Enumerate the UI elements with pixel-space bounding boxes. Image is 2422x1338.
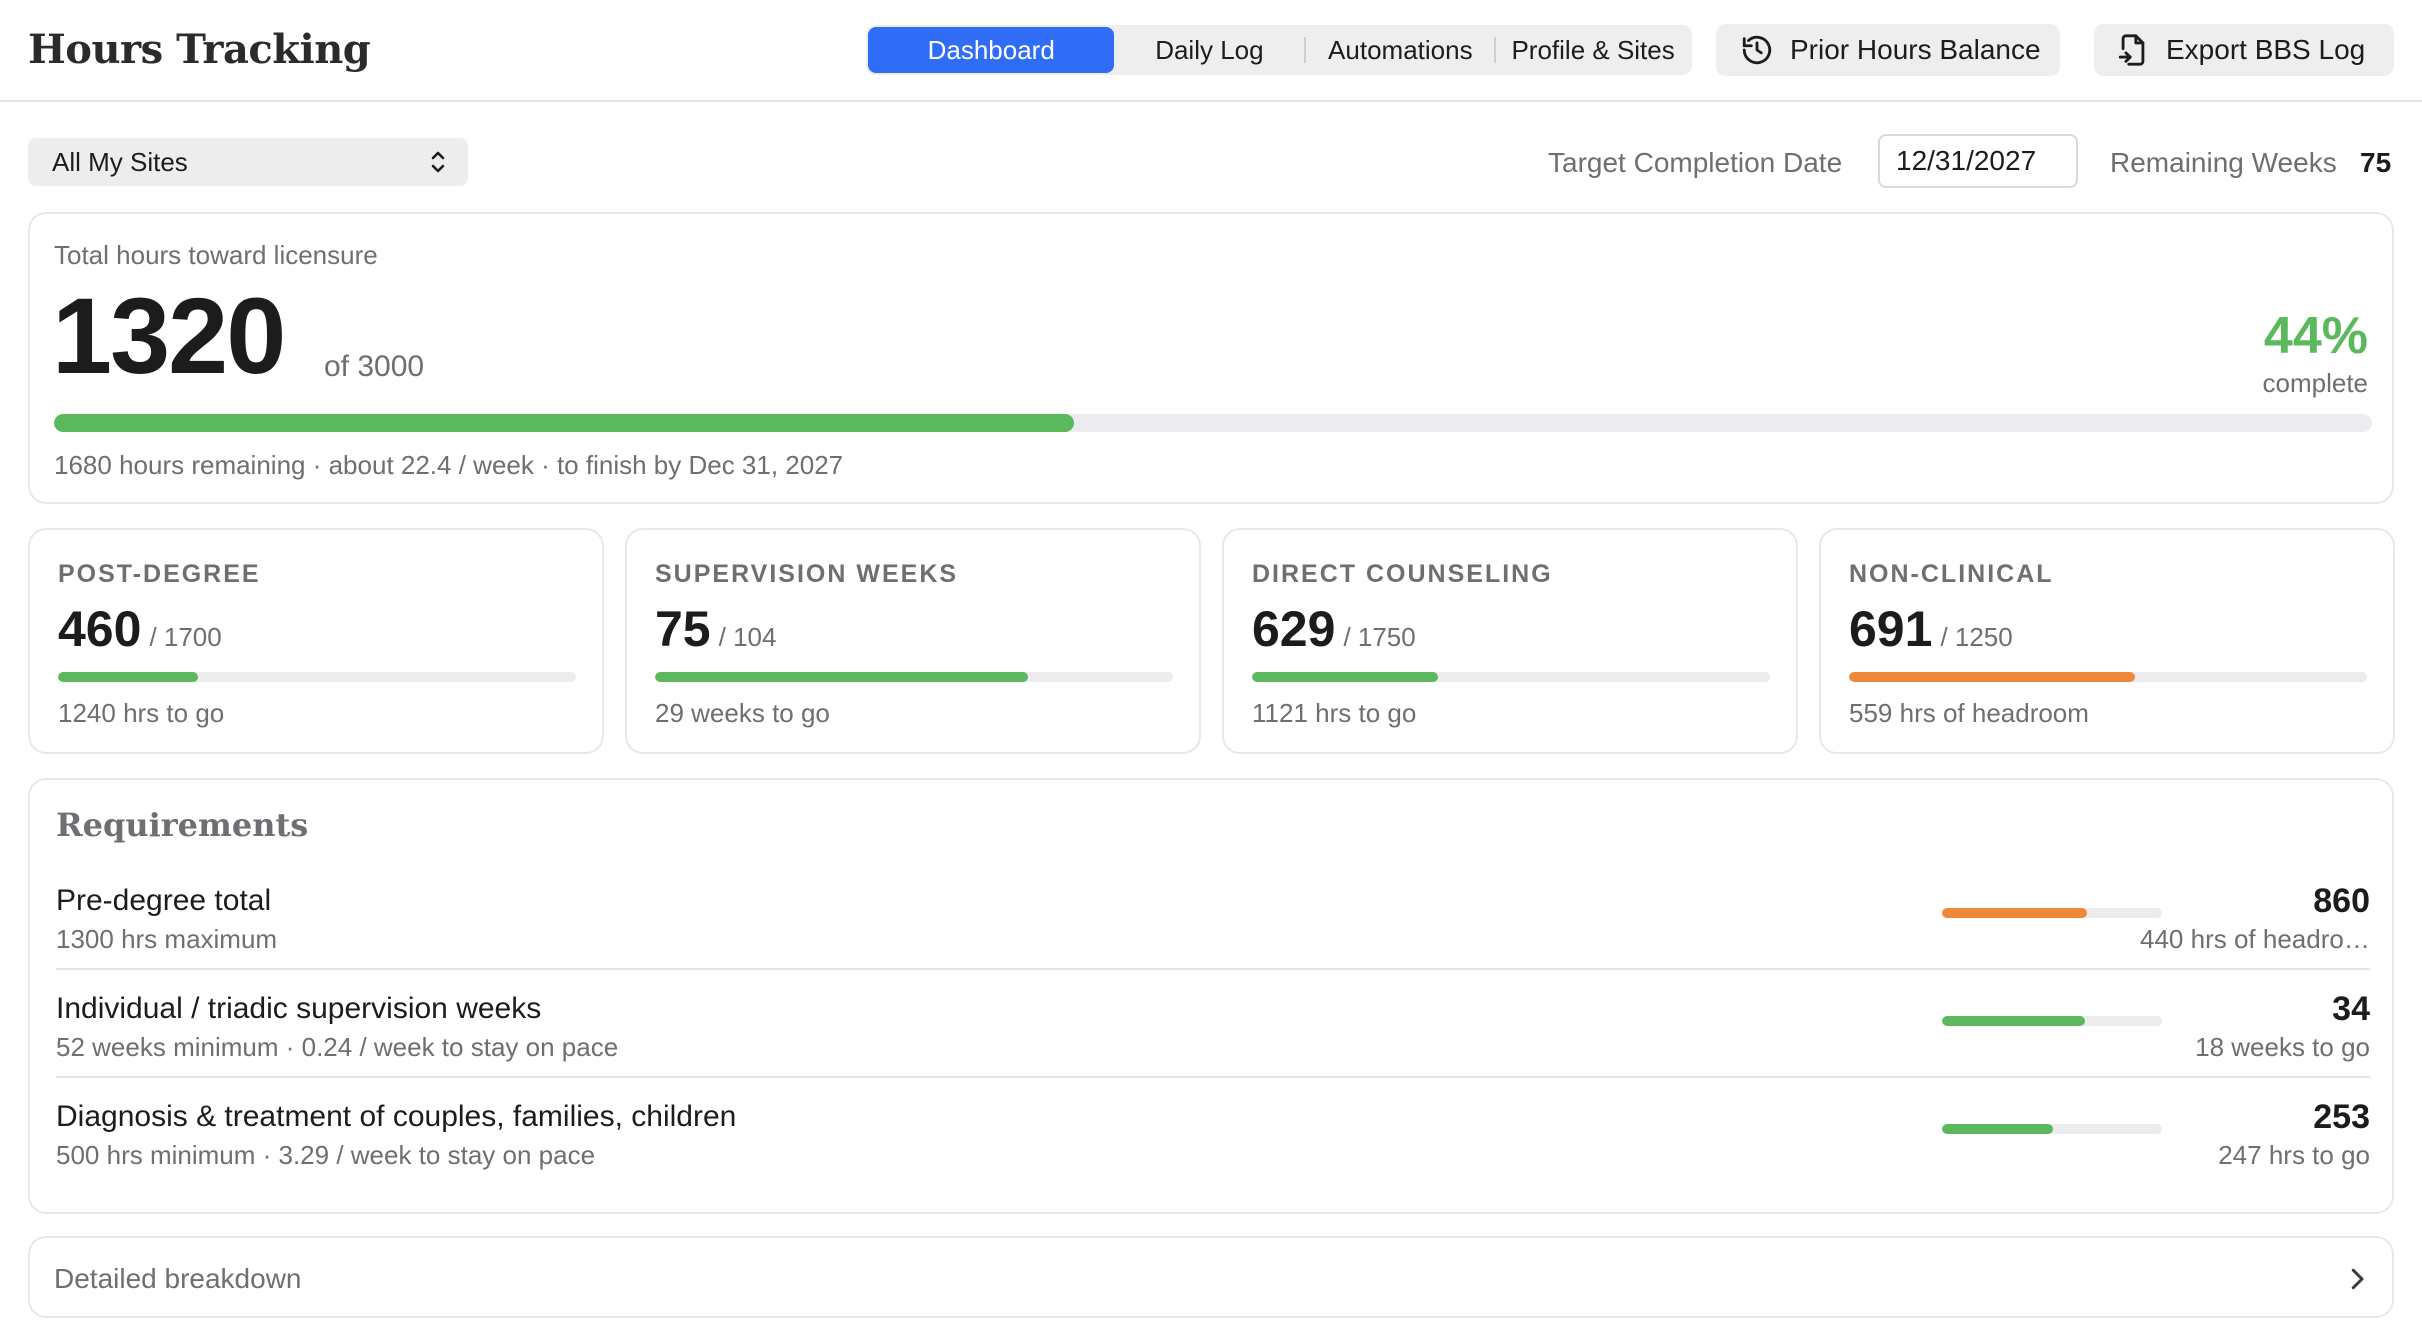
requirements-title: Requirements xyxy=(56,806,309,844)
file-export-icon xyxy=(2118,34,2145,66)
requirement-value: 253 xyxy=(2313,1098,2370,1136)
total-percent: 44% xyxy=(2263,307,2368,365)
tab-automations[interactable]: Automations xyxy=(1306,27,1494,73)
requirement-sub: 1300 hrs maximum xyxy=(56,924,278,954)
site-select-value: All My Sites xyxy=(52,146,188,177)
stat-note: 29 weeks to go xyxy=(655,698,830,728)
remaining-weeks-label: Remaining Weeks xyxy=(2110,147,2337,178)
detailed-breakdown-row[interactable]: Detailed breakdown xyxy=(28,1236,2394,1318)
stat-value-of: / 104 xyxy=(718,622,777,652)
requirement-sub: 52 weeks minimum · 0.24 / week to stay o… xyxy=(56,1032,619,1062)
remaining-weeks-value: 75 xyxy=(2360,147,2392,178)
target-completion-date-input[interactable]: 12/31/2027 xyxy=(1878,134,2078,188)
requirement-progress-fill xyxy=(1942,1124,2054,1134)
stat-value: 75/ 104 xyxy=(655,604,776,654)
detailed-breakdown-label: Detailed breakdown xyxy=(54,1263,302,1294)
requirement-value: 34 xyxy=(2332,990,2370,1028)
stat-value-number: 460 xyxy=(58,601,142,657)
stat-note: 1240 hrs to go xyxy=(58,698,225,728)
stat-value-number: 629 xyxy=(1252,601,1336,657)
stat-progress-bar xyxy=(1252,672,1770,682)
stat-progress-fill xyxy=(655,672,1028,682)
total-hours-value: 1320 xyxy=(52,275,286,396)
requirement-name: Diagnosis & treatment of couples, famili… xyxy=(56,1100,737,1133)
stat-label: SUPERVISION WEEKS xyxy=(655,560,959,588)
stat-progress-bar xyxy=(1849,672,2367,682)
stat-progress-fill xyxy=(1849,672,2136,682)
requirement-value: 860 xyxy=(2313,882,2370,920)
stat-note: 1121 hrs to go xyxy=(1252,698,1417,728)
requirement-progress-bar xyxy=(1942,1016,2162,1026)
requirement-name: Individual / triadic supervision weeks xyxy=(56,992,542,1025)
total-hours-of: of 3000 xyxy=(324,350,425,383)
stat-card-post-degree: POST-DEGREE 460/ 1700 1240 hrs to go xyxy=(28,528,604,754)
total-progress-fill xyxy=(54,414,1074,432)
stat-progress-bar xyxy=(655,672,1173,682)
requirement-note: 247 hrs to go xyxy=(2218,1140,2370,1170)
stat-value: 629/ 1750 xyxy=(1252,604,1416,654)
total-progress-bar xyxy=(54,414,2372,432)
prior-hours-balance-label: Prior Hours Balance xyxy=(1790,34,2041,65)
requirement-progress-bar xyxy=(1942,908,2162,918)
stat-card-non-clinical: NON-CLINICAL 691/ 1250 559 hrs of headro… xyxy=(1819,528,2395,754)
requirement-progress-bar xyxy=(1942,1124,2162,1134)
total-percent-label: complete xyxy=(2262,368,2369,398)
requirement-sub: 500 hrs minimum · 3.29 / week to stay on… xyxy=(56,1140,596,1170)
stat-value-of: / 1700 xyxy=(149,622,222,652)
nav-tabs: Dashboard Daily Log Automations Profile … xyxy=(866,25,1692,75)
stat-progress-fill xyxy=(58,672,198,682)
stat-card-supervision-weeks: SUPERVISION WEEKS 75/ 104 29 weeks to go xyxy=(625,528,1201,754)
requirement-progress-fill xyxy=(1942,1016,2085,1026)
tab-profile-sites[interactable]: Profile & Sites xyxy=(1496,27,1690,73)
stat-value-of: / 1750 xyxy=(1343,622,1416,652)
requirement-note: 440 hrs of headroom xyxy=(2140,924,2370,954)
requirements-card: Requirements Pre-degree total 1300 hrs m… xyxy=(28,778,2394,1214)
prior-hours-balance-button[interactable]: Prior Hours Balance xyxy=(1716,24,2060,76)
requirement-note: 18 weeks to go xyxy=(2195,1032,2370,1062)
stat-value: 460/ 1700 xyxy=(58,604,222,654)
stat-value: 691/ 1250 xyxy=(1849,604,2013,654)
tab-daily-log[interactable]: Daily Log xyxy=(1114,27,1304,73)
total-hours-note: 1680 hours remaining · about 22.4 / week… xyxy=(54,450,844,480)
history-icon xyxy=(1742,35,1772,65)
stat-card-direct-counseling: DIRECT COUNSELING 629/ 1750 1121 hrs to … xyxy=(1222,528,1798,754)
target-completion-label: Target Completion Date xyxy=(1548,147,1843,178)
chevron-right-icon xyxy=(2351,1268,2364,1290)
requirement-row: Diagnosis & treatment of couples, famili… xyxy=(56,1080,2370,1186)
requirement-row: Individual / triadic supervision weeks 5… xyxy=(56,972,2370,1078)
app-header: Hours Tracking Dashboard Daily Log Autom… xyxy=(0,0,2422,102)
total-hours-label: Total hours toward licensure xyxy=(54,240,378,270)
stat-value-number: 75 xyxy=(655,601,711,657)
stat-label: DIRECT COUNSELING xyxy=(1252,560,1553,588)
site-select[interactable]: All My Sites xyxy=(28,138,468,186)
export-bbs-log-label: Export BBS Log xyxy=(2166,34,2366,65)
export-bbs-log-button[interactable]: Export BBS Log xyxy=(2094,24,2394,76)
stat-progress-bar xyxy=(58,672,576,682)
stat-label: POST-DEGREE xyxy=(58,560,261,588)
stat-value-of: / 1250 xyxy=(1940,622,2013,652)
stat-note: 559 hrs of headroom xyxy=(1849,698,2089,728)
requirement-row: Pre-degree total 1300 hrs maximum 860 44… xyxy=(56,864,2370,970)
requirement-progress-fill xyxy=(1942,908,2088,918)
stat-progress-fill xyxy=(1252,672,1439,682)
total-hours-card: Total hours toward licensure 1320 of 300… xyxy=(28,212,2394,504)
requirement-name: Pre-degree total xyxy=(56,884,272,917)
tab-dashboard[interactable]: Dashboard xyxy=(868,27,1115,73)
stat-value-number: 691 xyxy=(1849,601,1933,657)
app-title: Hours Tracking xyxy=(28,26,371,73)
stat-label: NON-CLINICAL xyxy=(1849,560,2054,588)
chevron-up-down-icon xyxy=(431,151,445,173)
